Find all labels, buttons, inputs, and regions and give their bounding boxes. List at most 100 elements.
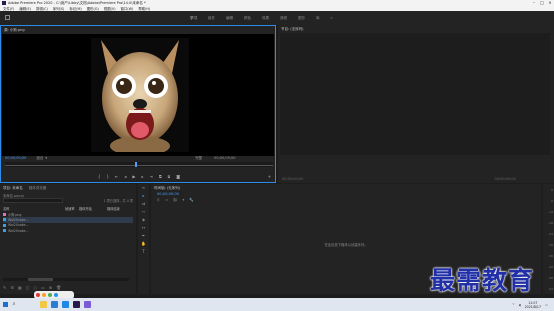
table-row[interactable]: Wal2Snake... — [3, 228, 133, 234]
program-viewer[interactable] — [280, 33, 550, 155]
step-forward-icon[interactable]: ▸ — [141, 174, 143, 179]
timeline-tab[interactable]: 时间轴: (无序列) — [151, 184, 541, 192]
icon-view-icon[interactable]: ▦ — [18, 285, 22, 290]
slip-tool-icon[interactable]: ↔ — [138, 224, 149, 232]
workspace-tab-assembly[interactable]: 组件 — [208, 16, 215, 21]
insert-icon[interactable]: ⧉ — [159, 174, 162, 179]
wrench-icon[interactable]: 🔧 — [189, 198, 193, 202]
ripple-edit-tool-icon[interactable]: ⇿ — [138, 208, 149, 216]
audio-meter: 0 -6 -12 -18 -24 -30 -36 -42 -48 -54 — [543, 184, 554, 294]
new-bin-icon[interactable]: ▭ — [41, 285, 45, 290]
label-color-swatch — [3, 223, 6, 227]
taskbar: ⌕ ⌔ ◖ 11:07 2021/8/17 ▭ — [0, 298, 554, 311]
scrollbar-thumb[interactable] — [28, 278, 53, 281]
step-back-icon[interactable]: ◂ — [124, 174, 126, 179]
item-name: Wal2Snake... — [8, 228, 29, 233]
premiere-taskbar-icon[interactable] — [73, 301, 80, 308]
dog-image — [91, 38, 189, 152]
nest-icon[interactable]: ⎘ — [157, 198, 160, 202]
workspace-tab-effects[interactable]: 效果 — [262, 16, 269, 21]
source-meta-row: 00;00;00;00 适合 ▾ 完整 00;00;05;00 — [5, 155, 273, 161]
clock[interactable]: 11:07 2021/8/17 — [525, 301, 541, 309]
hand-tool-icon[interactable]: ✋ — [138, 240, 149, 248]
mark-in-icon[interactable]: { — [98, 174, 101, 179]
tab-project[interactable]: 项目: 未命名 — [3, 186, 23, 191]
source-tab[interactable]: 源: 小狗.png — [1, 26, 275, 34]
col-rate[interactable]: 帧速率 — [65, 206, 79, 211]
pencil-icon[interactable]: ✎ — [3, 285, 6, 290]
go-to-in-icon[interactable]: ⇤ — [115, 174, 118, 179]
source-quality-select[interactable]: 完整 — [195, 156, 202, 161]
ime-mode-icon[interactable] — [42, 293, 46, 297]
meter-tick: -18 — [548, 221, 553, 225]
workspace-tab-graphics[interactable]: 图形 — [298, 16, 305, 21]
windows-icon — [2, 302, 8, 307]
workspace-tab-libraries[interactable]: 库 — [316, 16, 320, 21]
workspace-tab-audio[interactable]: 音频 — [280, 16, 287, 21]
label-color-swatch — [3, 212, 6, 216]
search-input[interactable] — [3, 198, 63, 203]
ime-emoji-icon[interactable] — [48, 293, 52, 297]
workspace-more-icon[interactable]: » — [331, 16, 333, 21]
track-select-tool-icon[interactable]: ⇉ — [138, 200, 149, 208]
freeform-view-icon[interactable]: ▢ — [26, 285, 30, 290]
mark-out-icon[interactable]: } — [106, 174, 109, 179]
network-icon[interactable]: ⌔ — [512, 302, 515, 307]
edge-icon[interactable] — [51, 301, 58, 308]
list-view-icon[interactable]: ☰ — [10, 285, 14, 290]
source-playhead[interactable] — [135, 162, 137, 167]
type-tool-icon[interactable]: T — [138, 248, 149, 256]
source-timecode[interactable]: 00;00;00;00 — [5, 156, 26, 160]
linked-icon[interactable]: ⛓ — [173, 198, 178, 202]
project-tabs: 项目: 未命名 媒体浏览器 — [0, 184, 136, 192]
workspace-tab-editing[interactable]: 编辑 — [226, 16, 233, 21]
app-icon[interactable] — [62, 301, 69, 308]
col-end[interactable]: 媒体结束 — [107, 206, 129, 211]
timeline-timecode[interactable]: 00;00;00;00 — [157, 192, 179, 196]
workspace-tab-color[interactable]: 颜色 — [244, 16, 251, 21]
home-icon[interactable] — [5, 15, 10, 20]
meter-tick: 0 — [551, 188, 553, 192]
program-timecode-left[interactable]: 00;00;00;00 — [282, 177, 303, 181]
program-timecode-right: 00;00;00;00 — [494, 177, 516, 181]
play-icon[interactable]: ▶ — [132, 174, 135, 179]
start-button[interactable] — [0, 298, 10, 311]
go-to-out-icon[interactable]: ⇥ — [149, 174, 152, 179]
program-tab[interactable]: 节目: (无序列) — [278, 25, 554, 33]
snap-icon[interactable]: ⊃ — [165, 198, 168, 202]
tab-media-browser[interactable]: 媒体浏览器 — [29, 186, 47, 191]
source-time-ruler[interactable] — [5, 162, 273, 167]
zoom-slider-icon[interactable]: ○ — [34, 285, 38, 290]
selection-tool-icon[interactable]: ▸ — [138, 192, 149, 200]
col-start[interactable]: 媒体开始 — [79, 206, 107, 211]
workspace-tab-learn[interactable]: 学习 — [190, 16, 197, 21]
watermark: 最需教育 — [430, 266, 535, 295]
volume-icon[interactable]: ◖ — [519, 303, 521, 307]
razor-tool-icon[interactable]: ◈ — [138, 216, 149, 224]
marker-icon[interactable]: ▾ — [182, 198, 184, 202]
tools-menu-icon[interactable]: ≡ — [138, 184, 149, 192]
source-fit-select[interactable]: 适合 — [36, 156, 43, 161]
trash-icon[interactable]: 🗑 — [56, 285, 61, 290]
camera-icon[interactable]: ◙ — [176, 174, 180, 179]
ime-settings-icon[interactable] — [54, 293, 58, 297]
file-explorer-icon[interactable] — [40, 301, 47, 308]
source-monitor: 源: 小狗.png 00;00;00;00 适合 ▾ 完整 00;00;05;0… — [0, 25, 276, 183]
plus-icon[interactable]: + — [268, 174, 271, 179]
meter-tick: -30 — [548, 243, 553, 247]
item-name: 小狗.png — [8, 212, 22, 217]
overwrite-icon[interactable]: ⧈ — [168, 174, 171, 179]
program-monitor: 节目: (无序列) 00;00;00;00 00;00;00;00 { } ◂ … — [278, 25, 554, 200]
app-icon[interactable] — [84, 301, 91, 308]
notification-icon[interactable]: ▭ — [545, 303, 548, 307]
table-header: 名称 帧速率 媒体开始 媒体结束 — [3, 206, 133, 212]
pen-tool-icon[interactable]: ✒ — [138, 232, 149, 240]
search-icon[interactable]: ⌕ — [10, 298, 18, 311]
col-name[interactable]: 名称 — [3, 206, 65, 211]
source-duration: 00;00;05;00 — [214, 156, 236, 160]
horizontal-scrollbar[interactable] — [3, 278, 129, 281]
source-viewer[interactable] — [2, 34, 274, 156]
project-table: 名称 帧速率 媒体开始 媒体结束 小狗.png Wal2Snake... Wal… — [3, 206, 133, 234]
taskbar-apps — [40, 301, 91, 308]
new-item-icon[interactable]: ⊞ — [49, 285, 52, 290]
